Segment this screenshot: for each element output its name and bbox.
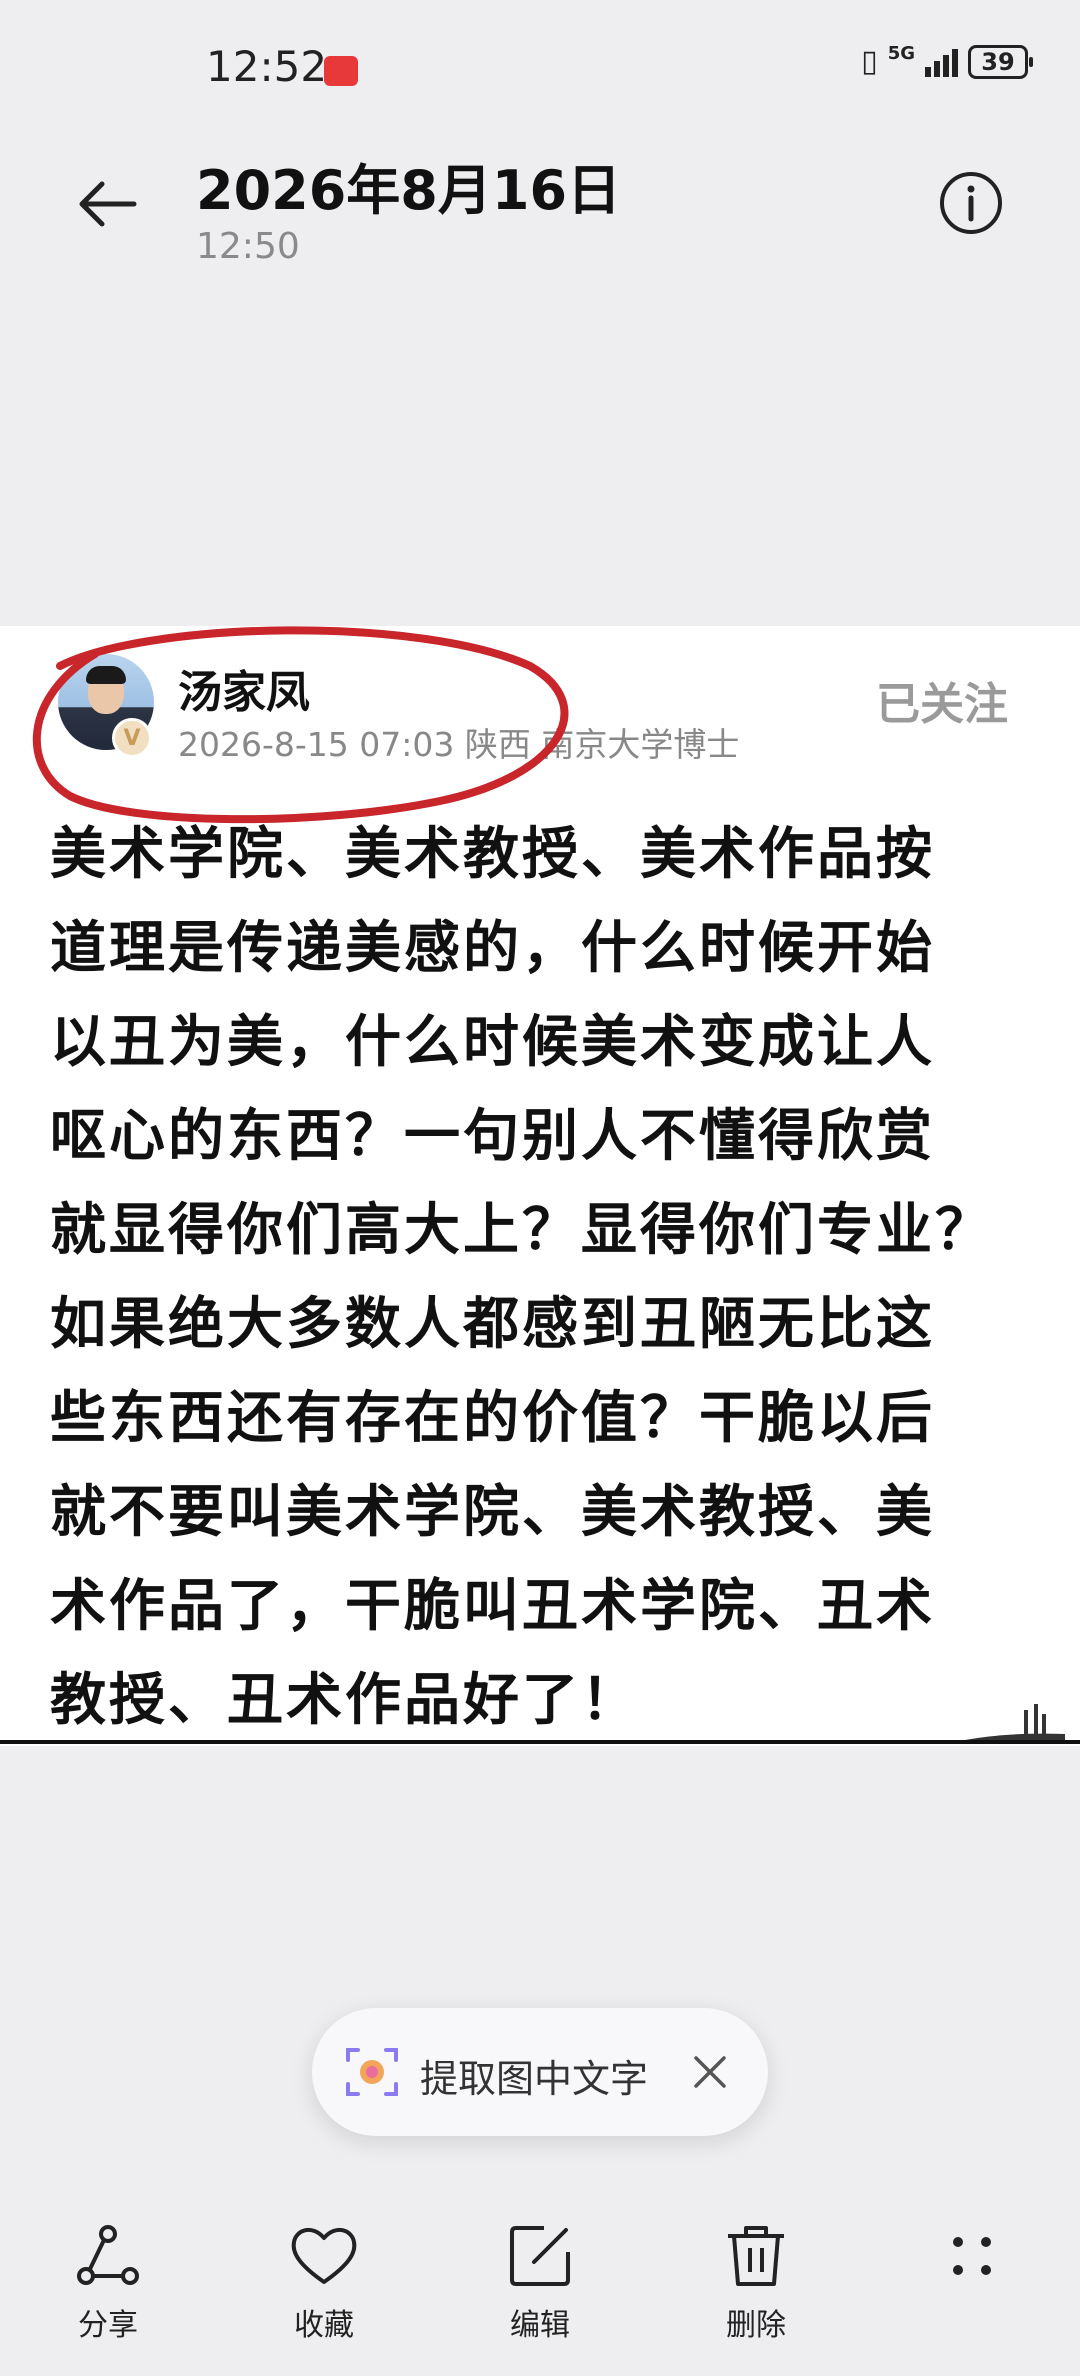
- huawei-app-icon: [324, 56, 358, 86]
- edit-icon: [510, 2226, 570, 2286]
- photo-viewer-image[interactable]: V 汤家凤 2026-8-15 07:03 陕西 南京大学博士 已关注 美术学院…: [0, 626, 1080, 1746]
- verified-badge: V: [112, 718, 152, 758]
- bottom-toolbar: 分享 收藏 编辑 删除: [0, 2220, 1080, 2376]
- extract-text-pill[interactable]: 提取图中文字: [312, 2008, 768, 2136]
- post-body: 美术学院、美术教授、美术作品按 道理是传递美感的，什么时候开始 以丑为美，什么时…: [50, 808, 1040, 1746]
- close-icon[interactable]: [684, 2046, 736, 2098]
- author-name: 汤家凤: [178, 667, 310, 718]
- image-bottom-border: [0, 1740, 1080, 1744]
- post-line: 美术学院、美术教授、美术作品按: [50, 822, 935, 887]
- more-dots-icon: [953, 2237, 991, 2275]
- post-line: 些东西还有存在的价值？干脆以后: [50, 1386, 935, 1451]
- vibrate-icon: ▯: [861, 44, 878, 79]
- post-line: 就不要叫美术学院、美术教授、美: [50, 1480, 935, 1545]
- share-button[interactable]: 分享: [38, 2220, 178, 2360]
- status-icons: ▯ 5G 39: [861, 42, 1033, 79]
- trash-icon: [728, 2226, 784, 2286]
- favorite-label: 收藏: [294, 2308, 354, 2343]
- share-label: 分享: [78, 2308, 138, 2343]
- more-button[interactable]: [902, 2220, 1042, 2360]
- post-line: 道理是传递美感的，什么时候开始: [50, 916, 935, 981]
- photo-time: 12:50: [196, 226, 300, 267]
- post-line: 教授、丑术作品好了！: [50, 1668, 640, 1733]
- post-meta: 2026-8-15 07:03 陕西 南京大学博士: [178, 725, 740, 764]
- network-label: 5G: [887, 42, 915, 64]
- photo-date: 2026年8月16日: [196, 159, 622, 222]
- heart-icon: [291, 2227, 357, 2284]
- post-line: 就显得你们高大上？显得你们专业？: [50, 1198, 994, 1263]
- status-bar: 12:52 ▯ 5G 39: [0, 0, 1080, 130]
- follow-status: 已关注: [876, 679, 1008, 730]
- favorite-button[interactable]: 收藏: [254, 2220, 394, 2360]
- post-line: 呕心的东西？一句别人不懂得欣赏: [50, 1104, 935, 1169]
- text-extract-icon: [346, 2048, 398, 2096]
- extract-text-label: 提取图中文字: [420, 2057, 649, 2101]
- info-icon[interactable]: [938, 170, 1004, 236]
- post-line: 以丑为美，什么时候美术变成让人: [50, 1010, 935, 1075]
- post-line: 如果绝大多数人都感到丑陋无比这: [50, 1292, 935, 1357]
- share-icon: [77, 2225, 139, 2285]
- battery-level: 39: [981, 47, 1015, 76]
- back-arrow-icon[interactable]: [72, 168, 144, 240]
- edit-label: 编辑: [510, 2308, 570, 2343]
- battery-icon: 39: [968, 44, 1033, 79]
- post-line: 术作品了，干脆叫丑术学院、丑术: [50, 1574, 935, 1639]
- signal-icon: [925, 47, 958, 77]
- delete-label: 删除: [726, 2308, 786, 2343]
- edit-button[interactable]: 编辑: [470, 2220, 610, 2360]
- status-time: 12:52: [206, 42, 328, 91]
- delete-button[interactable]: 删除: [686, 2220, 826, 2360]
- brush-stroke-decoration: [965, 1704, 1065, 1744]
